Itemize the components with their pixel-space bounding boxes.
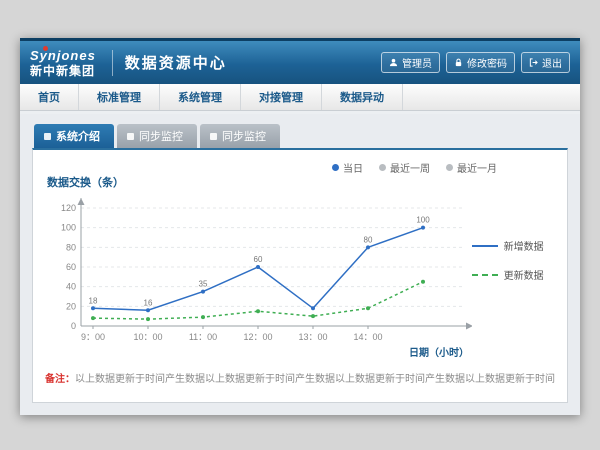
filter-today[interactable]: 当日 xyxy=(332,160,363,175)
logout-button[interactable]: 退出 xyxy=(521,52,570,73)
lock-icon xyxy=(454,58,463,67)
tab-icon xyxy=(127,133,134,140)
change-password-label: 修改密码 xyxy=(467,55,507,70)
nav-item-standard-mgmt[interactable]: 标准管理 xyxy=(79,84,160,110)
legend-line-sample xyxy=(472,274,498,276)
legend-item-updated-data: 更新数据 xyxy=(472,267,555,282)
filter-dot-icon xyxy=(332,164,339,171)
svg-text:9：00: 9：00 xyxy=(81,332,105,342)
svg-text:80: 80 xyxy=(364,235,373,244)
nav-item-data-change[interactable]: 数据异动 xyxy=(322,84,403,110)
legend-line-sample xyxy=(472,245,498,247)
chart-panel: 当日 最近一周 最近一月 数据交换（条） 0 20 40 60 80 100 120 9：00… xyxy=(32,148,568,403)
footnote-text: 以上数据更新于时间产生数据以上数据更新于时间产生数据以上数据更新于时间产生数据以… xyxy=(75,374,555,385)
svg-text:100: 100 xyxy=(416,216,430,225)
logout-label: 退出 xyxy=(542,55,562,70)
header-divider xyxy=(112,50,113,76)
filter-dot-icon xyxy=(379,164,386,171)
svg-text:16: 16 xyxy=(144,298,153,307)
tab-label: 同步监控 xyxy=(222,128,266,144)
svg-text:日期（小时）: 日期（小时） xyxy=(409,346,469,359)
legend-label: 新增数据 xyxy=(504,238,544,253)
tab-system-intro[interactable]: 系统介绍 xyxy=(34,124,114,148)
tab-bar: 系统介绍 同步监控 同步监控 xyxy=(34,124,568,148)
change-password-button[interactable]: 修改密码 xyxy=(446,52,515,73)
nav-item-home[interactable]: 首页 xyxy=(20,84,79,110)
tab-icon xyxy=(210,133,217,140)
tab-label: 同步监控 xyxy=(139,128,183,144)
tab-sync-monitor-2[interactable]: 同步监控 xyxy=(200,124,280,148)
admin-user-button[interactable]: 管理员 xyxy=(381,52,440,73)
content-area: 系统介绍 同步监控 同步监控 当日 最近一周 xyxy=(20,114,580,415)
chart-row: 0 20 40 60 80 100 120 9：00 10：00 11：00 12：00 13：00 1… xyxy=(45,190,555,362)
svg-text:10：00: 10：00 xyxy=(133,332,162,342)
page-title: 数据资源中心 xyxy=(125,52,227,73)
filter-label: 当日 xyxy=(343,160,363,175)
logo-accent-dot xyxy=(43,46,48,51)
header-actions: 管理员 修改密码 退出 xyxy=(381,52,570,73)
filter-dot-icon xyxy=(446,164,453,171)
svg-text:100: 100 xyxy=(61,223,76,233)
svg-text:18: 18 xyxy=(89,296,98,305)
filter-last-week[interactable]: 最近一周 xyxy=(379,160,430,175)
svg-text:60: 60 xyxy=(66,262,76,272)
filter-label: 最近一月 xyxy=(457,160,497,175)
tab-label: 系统介绍 xyxy=(56,128,100,144)
admin-user-label: 管理员 xyxy=(402,55,432,70)
logout-icon xyxy=(529,58,538,67)
main-nav: 首页 标准管理 系统管理 对接管理 数据异动 xyxy=(20,84,580,111)
svg-text:12：00: 12：00 xyxy=(243,332,272,342)
tab-icon xyxy=(44,133,51,140)
svg-text:60: 60 xyxy=(254,255,263,264)
svg-text:20: 20 xyxy=(66,301,76,311)
app-header: Synjones 新中新集团 数据资源中心 管理员 修改密码 xyxy=(20,38,580,84)
app-window: Synjones 新中新集团 数据资源中心 管理员 修改密码 xyxy=(20,38,580,415)
legend-item-new-data: 新增数据 xyxy=(472,238,555,253)
logo-text-en: Synjones xyxy=(30,49,96,62)
tab-sync-monitor-1[interactable]: 同步监控 xyxy=(117,124,197,148)
svg-text:35: 35 xyxy=(199,280,208,289)
logo-text-cn: 新中新集团 xyxy=(30,65,96,77)
svg-text:0: 0 xyxy=(71,321,76,331)
chart-y-axis-title: 数据交换（条） xyxy=(47,174,555,190)
filter-last-month[interactable]: 最近一月 xyxy=(446,160,497,175)
svg-text:11：00: 11：00 xyxy=(189,332,217,342)
svg-text:13：00: 13：00 xyxy=(298,332,327,342)
user-icon xyxy=(389,58,398,67)
brand-logo: Synjones 新中新集团 xyxy=(30,49,100,77)
footnote: 备注：以上数据更新于时间产生数据以上数据更新于时间产生数据以上数据更新于时间产生… xyxy=(45,370,555,385)
svg-text:14：00: 14：00 xyxy=(353,332,382,342)
filter-label: 最近一周 xyxy=(390,160,430,175)
legend-label: 更新数据 xyxy=(504,267,544,282)
footnote-label: 备注： xyxy=(45,374,75,385)
range-filter-legend: 当日 最近一周 最近一月 xyxy=(332,160,497,175)
svg-text:80: 80 xyxy=(66,242,76,252)
nav-item-system-mgmt[interactable]: 系统管理 xyxy=(160,84,241,110)
svg-text:40: 40 xyxy=(66,282,76,292)
series-legend: 新增数据 更新数据 xyxy=(472,238,555,282)
nav-item-connect-mgmt[interactable]: 对接管理 xyxy=(241,84,322,110)
line-chart: 0 20 40 60 80 100 120 9：00 10：00 11：00 12：00 13：00 1… xyxy=(45,190,472,362)
svg-text:120: 120 xyxy=(61,203,76,213)
